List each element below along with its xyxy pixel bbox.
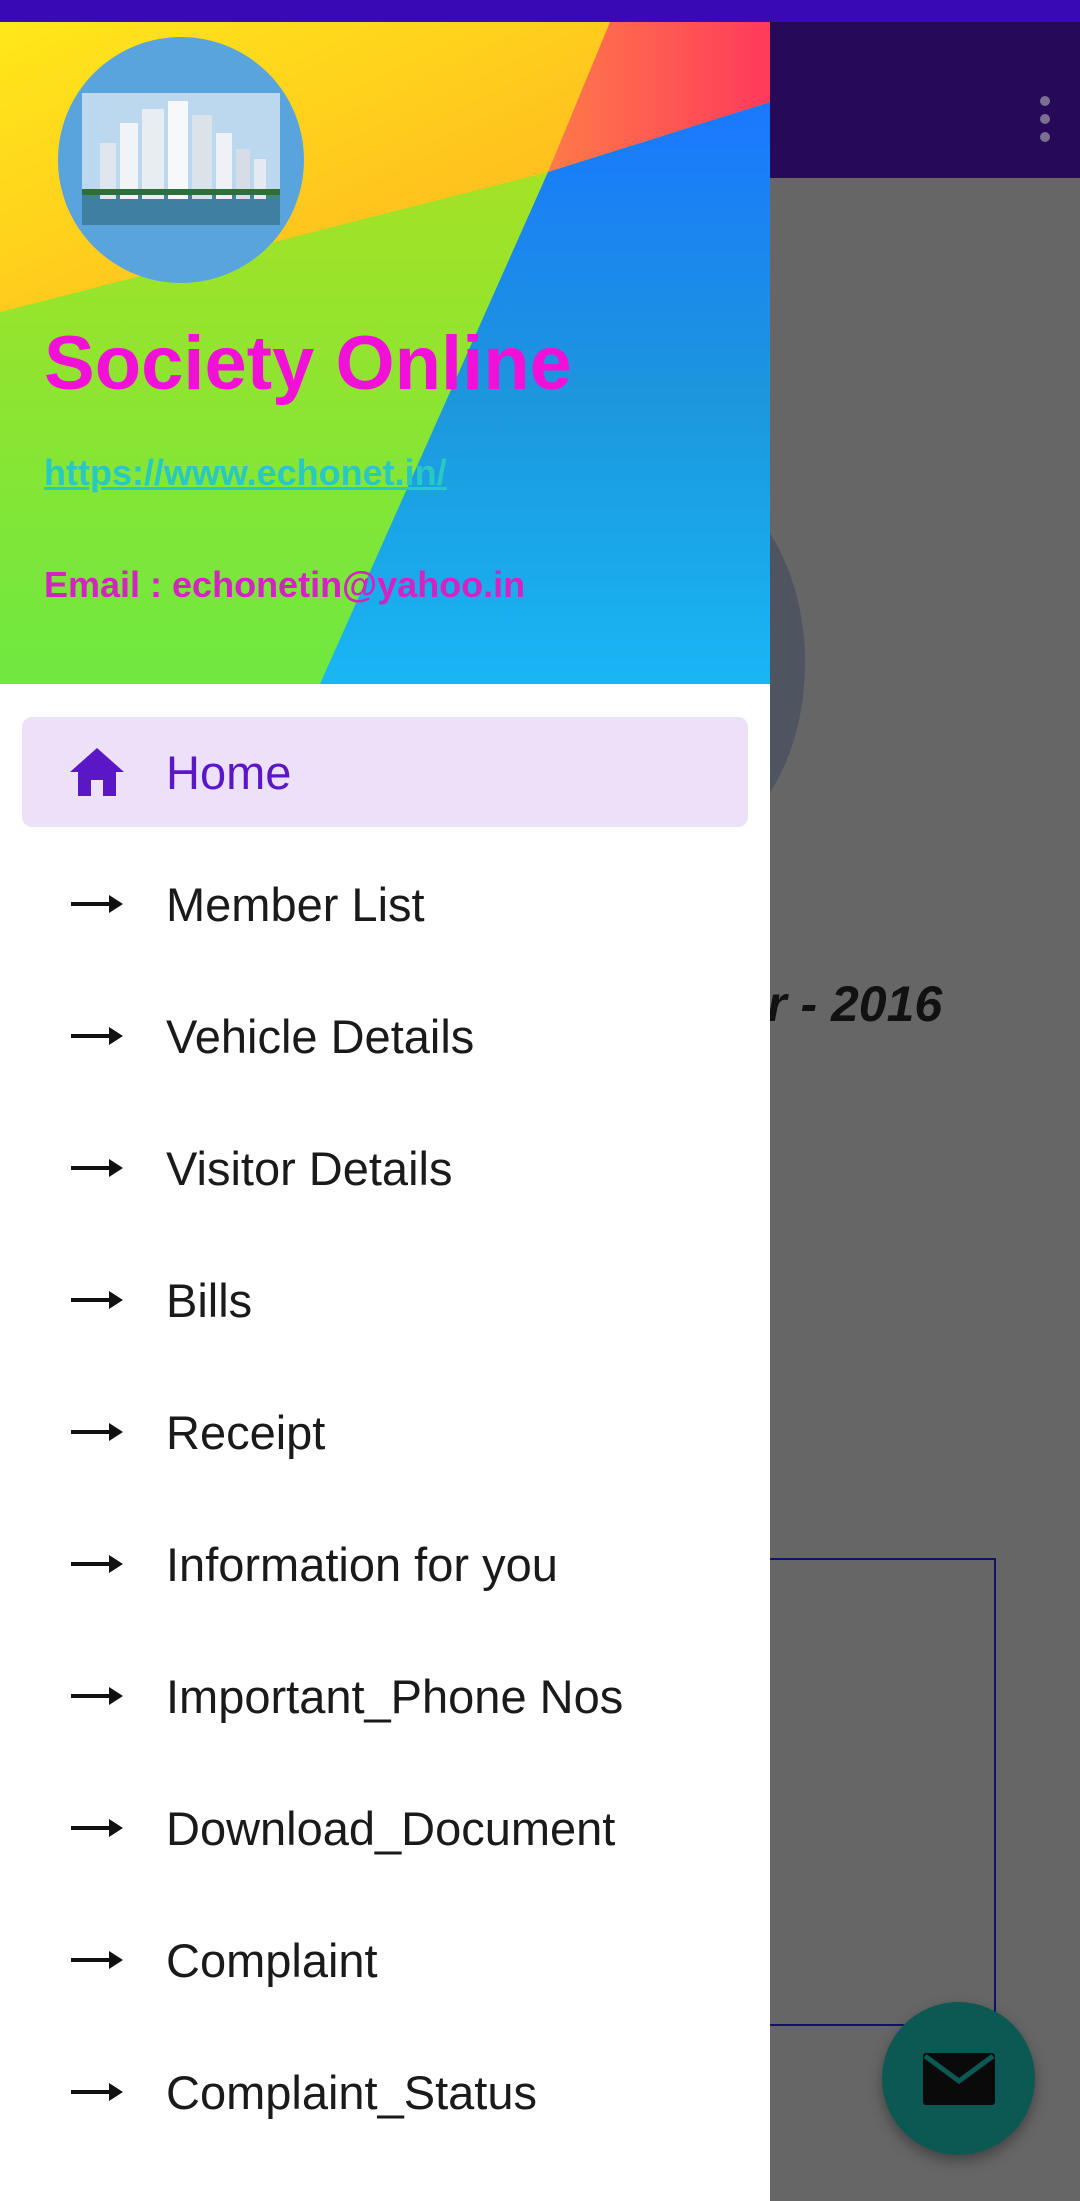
menu-item-download-document[interactable]: Download_Document [22,1773,748,1883]
menu-item-label: Vehicle Details [166,1009,475,1063]
arrow-right-icon [66,981,128,1091]
arrow-right-icon [66,1641,128,1751]
menu-item-label: Member List [166,877,425,931]
menu-item-label: Bills [166,1273,253,1327]
menu-item-label: Visitor Details [166,1141,453,1195]
menu-item-label: Important_Phone Nos [166,1669,624,1723]
menu-item-information[interactable]: Information for you [22,1509,748,1619]
menu-item-label: Home [166,745,292,799]
menu-item-member-list[interactable]: Member List [22,849,748,959]
menu-item-label: Download_Document [166,1801,616,1855]
arrow-right-icon [66,1509,128,1619]
menu-item-home[interactable]: Home [22,717,748,827]
email-text: Email : echonetin@yahoo.in [44,564,526,605]
menu-item-receipt[interactable]: Receipt [22,1377,748,1487]
menu-item-label: Receipt [166,1405,326,1459]
menu-item-important-phone-nos[interactable]: Important_Phone Nos [22,1641,748,1751]
arrow-right-icon [66,2037,128,2147]
drawer-header: Society Online https://www.echonet.in/ E… [0,22,770,684]
arrow-right-icon [66,849,128,959]
home-icon [66,717,128,827]
menu-item-label: Complaint_Status [166,2065,537,2119]
arrow-right-icon [66,1905,128,2015]
navigation-drawer: Society Online https://www.echonet.in/ E… [0,22,770,2201]
arrow-right-icon [66,1377,128,1487]
menu-item-complaint[interactable]: Complaint [22,1905,748,2015]
arrow-right-icon [66,1113,128,1223]
menu-item-bills[interactable]: Bills [22,1245,748,1355]
app-title: Society Online [44,321,572,406]
menu-item-vehicle-details[interactable]: Vehicle Details [22,981,748,1091]
menu-item-label: Complaint [166,1933,378,1987]
website-link[interactable]: https://www.echonet.in/ [44,452,447,494]
menu-item-visitor-details[interactable]: Visitor Details [22,1113,748,1223]
city-skyline-logo [58,37,304,283]
menu-item-complaint-status[interactable]: Complaint_Status [22,2037,748,2147]
arrow-right-icon [66,1773,128,1883]
arrow-right-icon [66,1245,128,1355]
menu-item-label: Information for you [166,1537,558,1591]
